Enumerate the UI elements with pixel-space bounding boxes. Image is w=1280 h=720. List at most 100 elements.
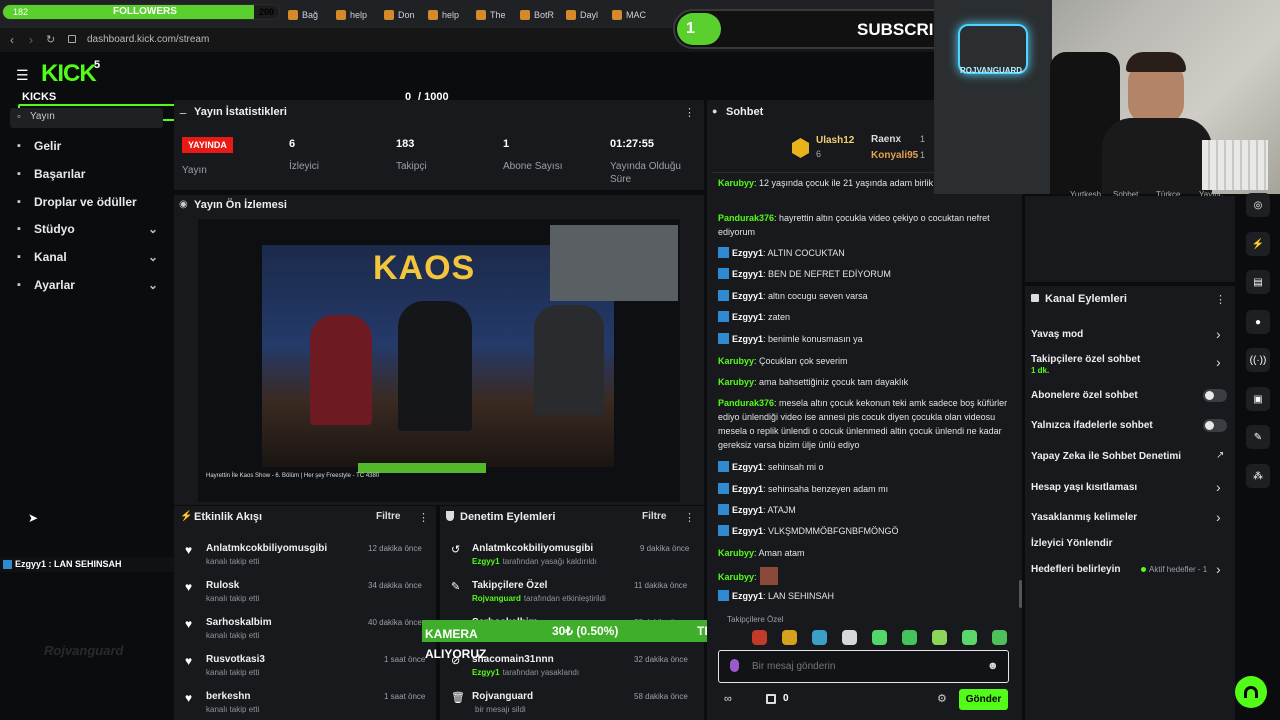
chat-username[interactable]: Karubyy [718, 548, 754, 558]
chevron-right-icon[interactable]: › [1216, 561, 1221, 577]
emote-icon[interactable] [992, 630, 1007, 645]
menu-icon[interactable]: ☰ [16, 67, 29, 84]
back-icon[interactable]: ‹ [10, 33, 14, 47]
toggle-switch[interactable] [1203, 419, 1227, 432]
chat-username[interactable]: Karubyy [718, 356, 754, 366]
emote-icon[interactable] [872, 630, 887, 645]
gifter-2-count: 1 [920, 134, 926, 144]
chat-text: : VLKŞMDMMÖBFGNBFMÖNGÖ [763, 526, 899, 536]
channel-actions-panel [1025, 286, 1235, 720]
chat-username[interactable]: Pandurak376 [718, 213, 774, 223]
save-icon[interactable]: ▣ [1246, 387, 1270, 411]
chat-username[interactable]: Pandurak376 [718, 398, 774, 408]
preview-video[interactable]: KAOS Hayrettin İle Kaos Show - 6. Bölüm … [198, 219, 680, 502]
chevron-right-icon[interactable]: › [1216, 509, 1221, 525]
chat-username[interactable]: Ezgyy1 [732, 269, 763, 279]
sidebar-item-4[interactable]: ▪ Stüdyo ⌄ [14, 222, 164, 236]
external-link-icon[interactable]: ↗ [1216, 450, 1224, 461]
sidebar-item-2[interactable]: ▪ Başarılar [14, 167, 164, 181]
kick-logo[interactable]: KICK [41, 60, 97, 88]
chat-username[interactable]: Ezgyy1 [732, 312, 763, 322]
chat-username[interactable]: Ezgyy1 [732, 248, 763, 258]
chat-username[interactable]: Ezgyy1 [732, 505, 763, 515]
chat-rail-icon[interactable]: ● [1246, 310, 1270, 334]
bookmark-item[interactable]: The [476, 10, 506, 20]
chat-username[interactable]: Ezgyy1 [732, 591, 763, 601]
bookmark-item[interactable]: help [428, 10, 459, 20]
notes-icon[interactable]: ▤ [1246, 270, 1270, 294]
chat-settings-icon[interactable]: ⚙ [937, 692, 947, 705]
channel-action-label[interactable]: Yavaş mod [1031, 329, 1083, 340]
chevron-right-icon[interactable]: › [1216, 326, 1221, 342]
sidebar-item-6[interactable]: ▪ Ayarlar ⌄ [14, 278, 164, 292]
bookmark-favicon-icon [476, 10, 486, 20]
chat-username[interactable]: Ezgyy1 [732, 526, 763, 536]
activity-filter[interactable]: Filtre [376, 511, 400, 522]
chat-username[interactable]: Ezgyy1 [732, 334, 763, 344]
preview-toggle-icon[interactable]: ◎ [1246, 193, 1270, 217]
mic-icon[interactable] [730, 659, 739, 672]
emote-icon[interactable] [902, 630, 917, 645]
chat-username[interactable]: Ezgyy1 [732, 291, 763, 301]
broadcast-rail-icon[interactable]: ((·)) [1246, 348, 1270, 372]
bookmark-item[interactable]: Dayl [566, 10, 598, 20]
chat-username[interactable]: Ezgyy1 [732, 484, 763, 494]
channel-action-label[interactable]: Yapay Zeka ile Sohbet Denetimi [1031, 451, 1181, 462]
emote-icon[interactable] [812, 630, 827, 645]
users-icon[interactable]: ⁂ [1246, 464, 1270, 488]
chevron-right-icon[interactable]: › [1216, 479, 1221, 495]
emote-icon[interactable] [752, 630, 767, 645]
bookmark-item[interactable]: help [336, 10, 367, 20]
emote-icon[interactable] [842, 630, 857, 645]
bookmark-item[interactable]: BotR [520, 10, 554, 20]
reload-icon[interactable]: ↻ [46, 33, 55, 46]
viewers-label: İzleyici [289, 161, 320, 172]
chat-scrollbar[interactable] [1019, 580, 1022, 608]
sidebar-item-label: Yayın [30, 111, 55, 122]
url-text[interactable]: dashboard.kick.com/stream [87, 34, 209, 45]
wrench-icon[interactable]: ✎ [1246, 425, 1270, 449]
emoji-icon[interactable]: ☻ [987, 660, 999, 672]
channel-action-label[interactable]: Yalnızca ifadelerle sohbet [1031, 420, 1153, 431]
stats-title: Yayın İstatistikleri [194, 106, 287, 118]
channel-actions-menu-icon[interactable]: ⋮ [1215, 293, 1226, 306]
sidebar-item-5[interactable]: ▪ Kanal ⌄ [14, 250, 164, 264]
channel-action-label[interactable]: Hedefleri belirleyin [1031, 564, 1120, 575]
emote-icon[interactable] [782, 630, 797, 645]
chat-username[interactable]: Ezgyy1 [732, 462, 763, 472]
sidebar-item-3[interactable]: ▪ Droplar ve ödüller [14, 195, 164, 209]
chevron-right-icon[interactable]: › [1216, 354, 1221, 370]
channel-action-label[interactable]: Abonelere özel sohbet [1031, 390, 1138, 401]
bolt-rail-icon[interactable]: ⚡ [1246, 232, 1270, 256]
channel-action-label[interactable]: İzleyici Yönlendir [1031, 538, 1113, 549]
toggle-switch[interactable] [1203, 389, 1227, 402]
emote-icon[interactable] [932, 630, 947, 645]
channel-action-label[interactable]: Takipçilere özel sohbet [1031, 354, 1140, 365]
send-button[interactable]: Gönder [959, 689, 1008, 710]
activity-time: 12 dakika önce [368, 544, 422, 553]
forward-icon[interactable]: › [29, 33, 33, 47]
chat-username[interactable]: Karubyy [718, 377, 754, 387]
bookmark-item[interactable]: Bağ [288, 10, 318, 20]
stats-menu-icon[interactable]: ⋮ [684, 106, 695, 119]
support-button[interactable] [1235, 676, 1267, 708]
live-label: Yayın [182, 165, 207, 176]
bookmark-item[interactable]: Don [384, 10, 415, 20]
gift-icon[interactable] [766, 694, 776, 704]
sidebar-item-1[interactable]: ▪ Gelir [14, 139, 164, 153]
sidebar-item-0[interactable]: ◦ Yayın [14, 111, 164, 122]
moderation-panel [440, 506, 704, 720]
channel-action-label[interactable]: Yasaklanmış kelimeler [1031, 512, 1137, 523]
neon-text: ROJVANGUARD [960, 66, 1023, 75]
points-icon[interactable]: ∞ [724, 693, 732, 705]
activity-menu-icon[interactable]: ⋮ [418, 511, 429, 524]
verified-badge-icon [718, 590, 729, 601]
verified-badge-icon [718, 483, 729, 494]
moderation-menu-icon[interactable]: ⋮ [684, 511, 695, 524]
moderation-filter[interactable]: Filtre [642, 511, 666, 522]
emote-icon[interactable] [962, 630, 977, 645]
bookmark-item[interactable]: MAC [612, 10, 646, 20]
chat-username[interactable]: Karubyy [718, 572, 754, 582]
chat-username[interactable]: Karubyy [718, 178, 754, 188]
channel-action-label[interactable]: Hesap yaşı kısıtlaması [1031, 482, 1137, 493]
